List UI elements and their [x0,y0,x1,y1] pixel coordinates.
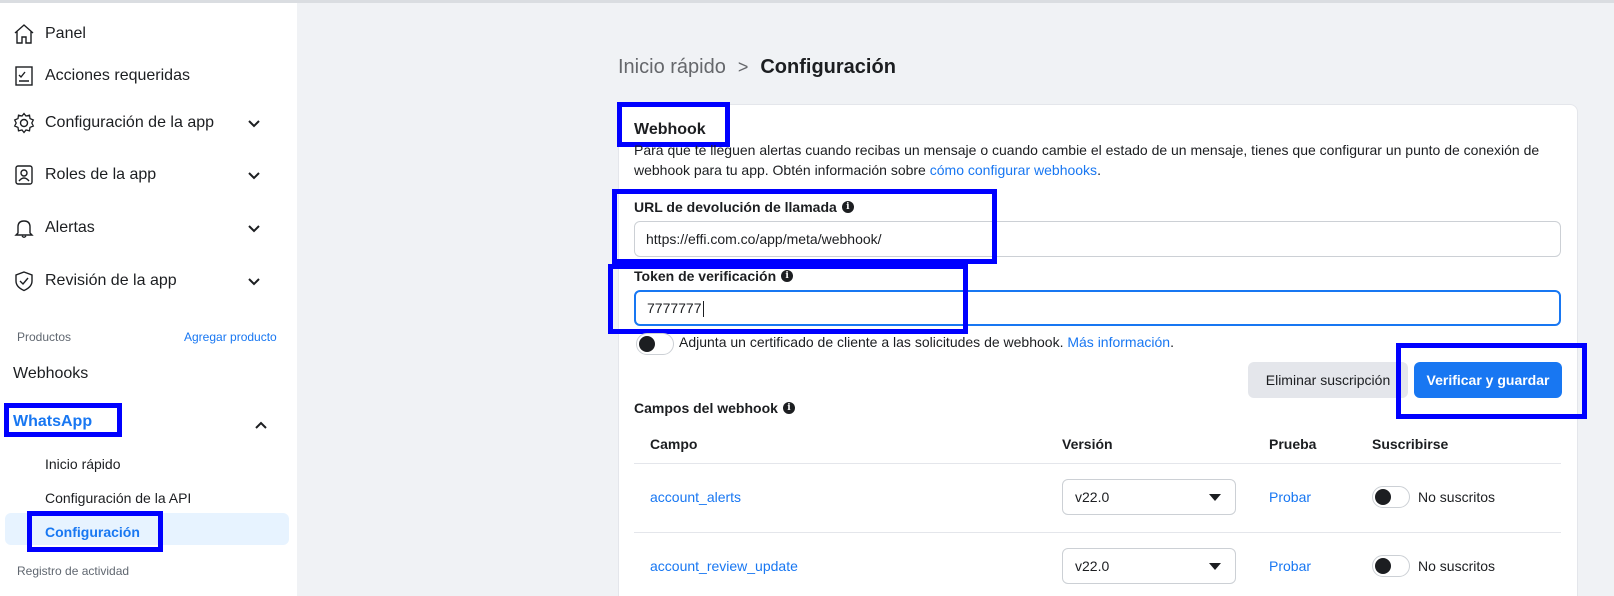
description-end: . [1097,162,1101,178]
callback-url-input[interactable]: https://effi.com.co/app/meta/webhook/ [634,221,1561,257]
chevron-down-icon [248,225,260,233]
sidebar-item-panel[interactable]: Panel [12,19,282,49]
sidebar-item-label: Panel [45,25,86,42]
verify-token-label: Token de verificación i [634,268,794,284]
column-header-suscribirse: Suscribirse [1372,436,1449,452]
more-info-link[interactable]: Más información [1067,334,1170,350]
sidebar-item-configuracion-app[interactable]: Configuración de la app [12,108,282,138]
info-icon[interactable]: i [782,402,795,414]
webhook-title: Webhook [634,121,706,138]
cert-end: . [1170,334,1174,350]
breadcrumb-parent[interactable]: Inicio rápido [618,56,726,79]
verify-token-input[interactable]: 7777777 [634,290,1561,326]
sidebar-item-whatsapp[interactable]: WhatsApp [13,413,92,431]
webhook-fields-title-text: Campos del webhook [634,400,778,416]
column-header-campo: Campo [650,436,698,452]
callback-url-label: URL de devolución de llamada i [634,199,854,215]
chevron-down-icon [248,278,260,286]
dropdown-triangle-icon [1209,563,1221,570]
sidebar-item-revision[interactable]: Revisión de la app [12,266,282,296]
activity-log-label: Registro de actividad [17,564,130,578]
table-row-field-link[interactable]: account_review_update [650,558,798,574]
table-row-field-link[interactable]: account_alerts [650,489,741,505]
bell-icon [12,216,36,240]
chevron-up-icon[interactable] [253,417,269,433]
sidebar-subitem-inicio-rapido[interactable]: Inicio rápido [45,456,121,472]
breadcrumb: Inicio rápido > Configuración [618,56,896,79]
verify-token-label-text: Token de verificación [634,268,777,284]
products-section-label: Productos [17,330,72,344]
test-link[interactable]: Probar [1269,558,1311,574]
sidebar-item-acciones[interactable]: Acciones requeridas [12,61,282,91]
sidebar-item-label: Alertas [45,219,95,236]
gear-icon [12,111,36,135]
version-select-value: v22.0 [1075,558,1110,574]
version-select-value: v22.0 [1075,489,1110,505]
sidebar [0,3,297,596]
sidebar-item-roles[interactable]: Roles de la app [12,160,282,190]
toggle-knob [1375,489,1391,505]
page-title: Configuración [760,56,896,78]
breadcrumb-separator-icon: > [737,57,749,77]
callback-url-label-text: URL de devolución de llamada [634,199,837,215]
verify-token-value: 7777777 [647,300,702,316]
subscription-status: No suscritos [1418,489,1496,505]
webhook-fields-title: Campos del webhook i [634,400,795,416]
home-icon [12,22,36,46]
checklist-icon [12,64,36,88]
subscription-status: No suscritos [1418,558,1496,574]
sidebar-subitem-configuracion-api[interactable]: Configuración de la API [45,490,191,506]
info-icon[interactable]: i [841,201,854,213]
sidebar-item-alertas[interactable]: Alertas [12,213,282,243]
toggle-knob [1375,558,1391,574]
remove-subscription-button[interactable]: Eliminar suscripción [1248,362,1408,398]
sidebar-item-label: Revisión de la app [45,272,177,289]
client-certificate-text: Adjunta un certificado de cliente a las … [679,334,1174,350]
table-divider [634,532,1561,533]
cert-text: Adjunta un certificado de cliente a las … [679,334,1064,350]
client-certificate-toggle[interactable] [636,333,674,355]
version-select[interactable]: v22.0 [1062,548,1236,584]
webhook-description: Para que te lleguen alertas cuando recib… [634,140,1554,180]
user-badge-icon [12,163,36,187]
sidebar-item-label: Roles de la app [45,166,157,183]
how-to-configure-webhooks-link[interactable]: cómo configurar webhooks [930,162,1097,178]
column-header-prueba: Prueba [1269,436,1317,452]
info-icon[interactable]: i [781,270,794,282]
add-product-link[interactable]: Agregar producto [184,330,277,344]
version-select[interactable]: v22.0 [1062,479,1236,515]
sidebar-item-webhooks[interactable]: Webhooks [13,365,88,383]
dropdown-triangle-icon [1209,494,1221,501]
test-link[interactable]: Probar [1269,489,1311,505]
text-caret [702,301,704,318]
table-divider [634,463,1561,464]
subscribe-toggle[interactable] [1372,486,1410,508]
sidebar-subitem-configuracion[interactable]: Configuración [45,524,140,540]
sidebar-item-label: Configuración de la app [45,114,215,131]
chevron-down-icon [248,172,260,180]
sidebar-item-label: Acciones requeridas [45,67,190,84]
shield-check-icon [12,269,36,293]
toggle-knob [639,336,655,352]
chevron-down-icon [248,120,260,128]
verify-and-save-button[interactable]: Verificar y guardar [1414,362,1562,398]
column-header-version: Versión [1062,436,1113,452]
subscribe-toggle[interactable] [1372,555,1410,577]
